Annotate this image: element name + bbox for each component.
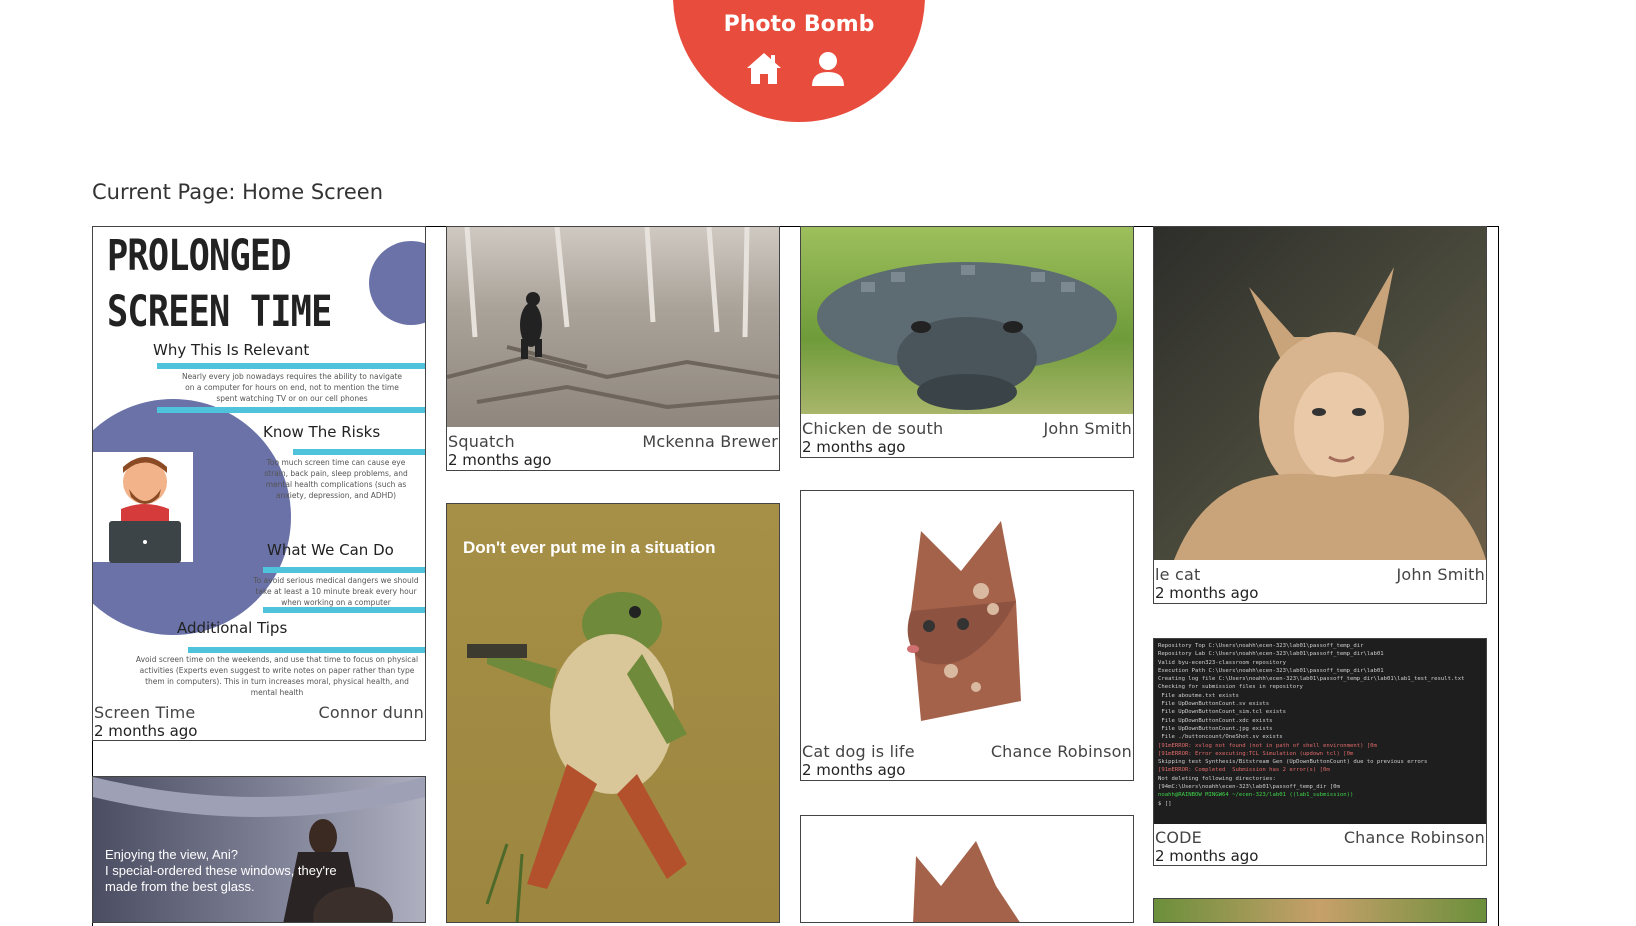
post-title[interactable]: Chicken de south [802, 420, 943, 438]
post-card-le-cat[interactable]: le cat John Smith 2 months ago [1153, 226, 1487, 604]
post-time: 2 months ago [94, 722, 198, 740]
terminal-line: Repository Lab C:\Users\noahh\ecen-323\l… [1158, 651, 1384, 658]
post-meta: Chicken de south John Smith 2 months ago [801, 420, 1133, 457]
post-author[interactable]: Mckenna Brewer [642, 433, 778, 451]
post-title[interactable]: Screen Time [94, 704, 195, 722]
terminal-line: [91mERROR: xvlog not found (not in path … [1158, 742, 1377, 749]
poster-section-2: Know The Risks [263, 423, 381, 441]
post-meta: CODE Chance Robinson 2 months ago [1154, 829, 1486, 866]
post-author[interactable]: Chance Robinson [991, 743, 1132, 761]
post-meta: Screen Time Connor dunn 2 months ago [93, 704, 425, 741]
post-image [447, 227, 779, 427]
post-image [801, 816, 1133, 922]
post-author[interactable]: John Smith [1044, 420, 1132, 438]
post-title[interactable]: Cat dog is life [802, 743, 915, 761]
terminal-output: Repository Top C:\Users\noahh\ecen-323\l… [1158, 642, 1482, 808]
post-image [1154, 227, 1486, 560]
post-meta: Cat dog is life Chance Robinson 2 months … [801, 743, 1133, 780]
post-card-chicken-de-south[interactable]: Chicken de south John Smith 2 months ago [800, 226, 1134, 458]
terminal-line: File UpDownButtonCount_sim.tcl exists [1158, 709, 1286, 716]
terminal-line: Execution Path C:\Users\noahh\ecen-323\l… [1158, 667, 1384, 674]
terminal-line: File UpDownButtonCount.xdc exists [1158, 717, 1273, 724]
terminal-line: Repository Top C:\Users\noahh\ecen-323\l… [1158, 643, 1364, 649]
post-time: 2 months ago [1155, 847, 1259, 865]
post-card-cat-dog-2[interactable] [800, 815, 1134, 923]
meme-caption-line-2: I special-ordered these windows, they're [105, 863, 337, 878]
poster-text-2: Too much screen time can cause eye strai… [264, 458, 408, 500]
post-time: 2 months ago [802, 761, 906, 779]
post-meta: Squatch Mckenna Brewer 2 months ago [447, 433, 779, 470]
post-card-squatch[interactable]: Squatch Mckenna Brewer 2 months ago [446, 226, 780, 471]
terminal-line: Valid byu-ecen323-classroom repository [1158, 659, 1286, 666]
home-icon[interactable] [745, 50, 783, 88]
poster-heading-2: SCREEN TIME [107, 287, 332, 337]
post-image [801, 227, 1133, 414]
terminal-line: File ./buttoncount/OneShot.sv exists [1158, 734, 1283, 741]
poster-text-4: Avoid screen time on the weekends, and u… [135, 655, 419, 697]
post-image [801, 491, 1133, 741]
post-author[interactable]: John Smith [1397, 566, 1485, 584]
post-author[interactable]: Chance Robinson [1344, 829, 1485, 847]
terminal-line: File aboutme.txt exists [1158, 692, 1239, 699]
post-title[interactable]: CODE [1155, 829, 1202, 847]
terminal-line: Skipping test Synthesis/Bitstream Gen (U… [1158, 759, 1428, 766]
post-author[interactable]: Connor dunn [319, 704, 424, 722]
poster-heading-1: PROLONGED [107, 231, 291, 281]
terminal-line: [91mERROR: Error executing:TCL Simulatio… [1158, 750, 1354, 757]
post-card-cat-dog[interactable]: Cat dog is life Chance Robinson 2 months … [800, 490, 1134, 781]
terminal-line: [94mC:\Users\noahh\ecen-323\lab01\passof… [1158, 784, 1340, 791]
post-card-movie-meme[interactable]: Enjoying the view, Ani? I special-ordere… [92, 776, 426, 923]
post-card-frog-meme[interactable]: Don't ever put me in a situation [446, 503, 780, 923]
terminal-line: [91mERROR: Completed Submission has 2 er… [1158, 767, 1330, 774]
post-time: 2 months ago [448, 451, 552, 469]
user-icon[interactable] [809, 50, 847, 88]
poster-section-1: Why This Is Relevant [153, 341, 310, 359]
terminal-line: $ [] [1158, 800, 1172, 807]
terminal-line: File UpDownButtonCount.jpg exists [1158, 725, 1273, 732]
post-card-food[interactable] [1153, 898, 1487, 923]
post-image: Repository Top C:\Users\noahh\ecen-323\l… [1154, 639, 1486, 824]
post-image [1154, 899, 1486, 922]
terminal-line: noahh@RAINBOW MINGW64 ~/ecen-323/lab01 (… [1158, 792, 1354, 799]
meme-caption-line-1: Enjoying the view, Ani? [105, 847, 238, 862]
post-card-code[interactable]: Repository Top C:\Users\noahh\ecen-323\l… [1153, 638, 1487, 866]
current-page-label: Current Page: Home Screen [92, 180, 384, 204]
terminal-line: File UpDownButtonCount.sv exists [1158, 701, 1270, 708]
terminal-line: Creating log file C:\Users\noahh\ecen-32… [1158, 676, 1465, 683]
poster-section-3: What We Can Do [267, 541, 394, 559]
poster-text-1: Nearly every job nowadays requires the a… [181, 372, 403, 403]
meme-caption-line-3: made from the best glass. [105, 879, 255, 894]
post-time: 2 months ago [1155, 584, 1259, 602]
post-image: PROLONGED SCREEN TIME Why This Is Releva… [93, 227, 425, 702]
post-image: Enjoying the view, Ani? I special-ordere… [93, 777, 425, 922]
brand-title[interactable]: Photo Bomb [673, 12, 925, 37]
frog-caption: Don't ever put me in a situation [463, 538, 716, 557]
poster-section-4: Additional Tips [177, 619, 288, 637]
post-meta: le cat John Smith 2 months ago [1154, 566, 1486, 603]
post-card-screen-time[interactable]: PROLONGED SCREEN TIME Why This Is Releva… [92, 226, 426, 741]
post-title[interactable]: Squatch [448, 433, 515, 451]
post-time: 2 months ago [802, 438, 906, 456]
nav-bar [745, 50, 847, 88]
post-image: Don't ever put me in a situation [447, 504, 779, 922]
post-title[interactable]: le cat [1155, 566, 1200, 584]
poster-text-3: To avoid serious medical dangers we shou… [253, 576, 419, 607]
terminal-line: Checking for submission files in reposit… [1158, 684, 1303, 691]
terminal-line: Not deleting following directories: [1158, 775, 1276, 782]
